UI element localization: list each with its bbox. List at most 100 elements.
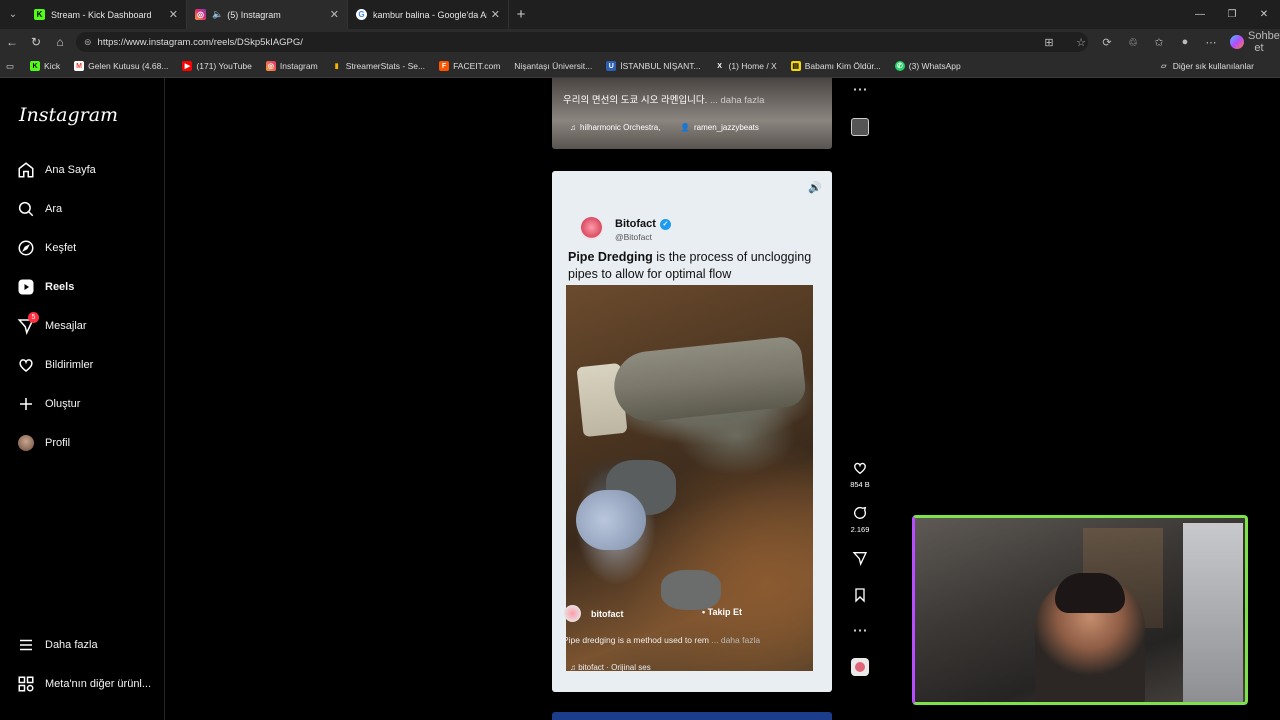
nav-item-reels[interactable]: Reels bbox=[17, 278, 74, 296]
bookmark-label: (3) WhatsApp bbox=[908, 61, 961, 71]
meta-products-item[interactable]: Meta'nın diğer ürünl... bbox=[17, 675, 151, 693]
caption-text: 우리의 면선의 도쿄 시오 라멘입니다. bbox=[563, 95, 708, 106]
reel-caption: Pipe dredging is a method used to rem ..… bbox=[563, 635, 760, 645]
bookmark-item[interactable]: ▶ (171) YouTube bbox=[182, 61, 252, 71]
site-info-icon[interactable]: ⊜ bbox=[84, 37, 92, 48]
copilot-button[interactable]: Sohbet et bbox=[1226, 30, 1280, 54]
browser-essentials-icon[interactable]: ♲ bbox=[1122, 36, 1144, 49]
bookmark-item[interactable]: ✆ (3) WhatsApp bbox=[894, 61, 961, 71]
plus-icon bbox=[17, 395, 35, 413]
nav-item-notifications[interactable]: Bildirimler bbox=[17, 356, 93, 374]
tab-title: (5) Instagram bbox=[227, 9, 281, 20]
follow-label: Takip Et bbox=[707, 607, 742, 617]
close-icon[interactable]: ✕ bbox=[169, 8, 178, 21]
profile-icon[interactable]: ● bbox=[1174, 36, 1196, 48]
prev-audio-thumb[interactable] bbox=[848, 118, 872, 138]
university-icon: U bbox=[606, 61, 617, 71]
next-reel-peek[interactable] bbox=[552, 712, 832, 720]
more-options-button[interactable]: ⋯ bbox=[848, 623, 872, 639]
bookmark-item[interactable]: ▤ Babamı Kim Öldür... bbox=[790, 61, 881, 71]
nav-item-create[interactable]: Oluştur bbox=[17, 395, 80, 413]
bookmarks-menu-icon[interactable]: ▭ bbox=[6, 61, 14, 72]
tweet-author-name: Bitofact bbox=[615, 218, 656, 230]
new-tab-icon[interactable]: + bbox=[509, 6, 533, 23]
nav-item-explore[interactable]: Keşfet bbox=[17, 239, 76, 257]
refresh-icon[interactable]: ↻ bbox=[24, 35, 48, 49]
more-menu-icon[interactable]: ⋯ bbox=[1200, 36, 1222, 49]
follow-button[interactable]: • Takip Et bbox=[702, 607, 742, 617]
address-bar-row: ← ↻ ⌂ ⊜ https://www.instagram.com/reels/… bbox=[0, 29, 1280, 55]
bookmark-label: StreamerStats - Se... bbox=[345, 61, 426, 71]
bookmark-item[interactable]: M Gelen Kutusu (4.68... bbox=[74, 61, 168, 71]
home-icon bbox=[17, 161, 35, 179]
nav-item-search[interactable]: Ara bbox=[17, 200, 62, 218]
nav-item-home[interactable]: Ana Sayfa bbox=[17, 161, 96, 179]
bookmark-item[interactable]: U İSTANBUL NİŞANT... bbox=[606, 61, 701, 71]
back-icon[interactable]: ← bbox=[0, 35, 24, 49]
reel-audio[interactable]: ♫ bitofact · Orijinal ses bbox=[570, 663, 651, 672]
pipe bbox=[610, 335, 808, 425]
nav-label: Profil bbox=[45, 437, 71, 449]
audio-thumbnail[interactable] bbox=[851, 658, 869, 676]
collections-icon[interactable]: ✩ bbox=[1148, 36, 1170, 49]
comment-count: 2.169 bbox=[850, 525, 870, 534]
nav-label: Ara bbox=[45, 203, 63, 215]
window-blind bbox=[1183, 523, 1243, 702]
audio-chip[interactable]: ♫ hilharmonic Orchestra, bbox=[570, 123, 660, 132]
heart-icon bbox=[848, 460, 872, 480]
bookmark-item[interactable]: K Kick bbox=[30, 61, 60, 71]
minimize-icon[interactable]: — bbox=[1184, 0, 1216, 29]
share-button[interactable] bbox=[848, 550, 872, 570]
search-icon bbox=[17, 200, 35, 218]
other-bookmarks[interactable]: ▱ Diğer sık kullanılanlar bbox=[1159, 61, 1254, 71]
tweet-text: Pipe Dredging is the process of uncloggi… bbox=[568, 249, 824, 283]
nav-label: Mesajlar bbox=[45, 320, 87, 332]
collab-label: ramen_jazzybeats bbox=[693, 123, 759, 132]
book-icon: ▤ bbox=[790, 61, 801, 71]
bookmark-item[interactable]: ◎ Instagram bbox=[265, 61, 318, 71]
like-button[interactable]: 854 B bbox=[848, 460, 872, 489]
bookmark-item[interactable]: X (1) Home / X bbox=[715, 61, 777, 71]
reel-author[interactable]: bitofact bbox=[564, 605, 624, 622]
reel-video[interactable]: 🔊 Bitofact ✓ @Bitofact Pipe Dredging is … bbox=[552, 171, 832, 692]
speaker-icon[interactable]: 🔈 bbox=[212, 9, 223, 20]
tab-kick[interactable]: K Stream - Kick Dashboard ✕ bbox=[26, 0, 187, 29]
close-icon[interactable]: ✕ bbox=[491, 8, 500, 21]
bookmark-item[interactable]: Nişantaşı Üniversit... bbox=[514, 61, 592, 71]
home-icon[interactable]: ⌂ bbox=[48, 35, 72, 49]
window-close-icon[interactable]: ✕ bbox=[1248, 0, 1280, 29]
nav-label: Oluştur bbox=[45, 398, 81, 410]
split-screen-icon[interactable]: ⊞ bbox=[1038, 36, 1060, 49]
more-link[interactable]: ... daha fazla bbox=[710, 95, 764, 106]
extensions-icon[interactable]: ⟳ bbox=[1096, 36, 1118, 49]
glove bbox=[576, 490, 646, 550]
tab-google[interactable]: G kambur balina - Google'da Ara ✕ bbox=[348, 0, 509, 29]
previous-reel[interactable]: 우리의 면선의 도쿄 시오 라멘입니다. ... daha fazla ♫ hi… bbox=[552, 78, 832, 149]
comment-icon bbox=[848, 505, 872, 525]
caption-text: Pipe dredging is a method used to rem bbox=[563, 635, 710, 645]
previous-reel-caption: 우리의 면선의 도쿄 시오 라멘입니다. ... daha fazla bbox=[563, 92, 764, 106]
audio-avatar-icon bbox=[855, 662, 865, 672]
tab-instagram[interactable]: ◎ 🔈 (5) Instagram ✕ bbox=[187, 0, 348, 29]
url-field[interactable]: ⊜ https://www.instagram.com/reels/DSkp5k… bbox=[76, 32, 1088, 52]
comment-button[interactable]: 2.169 bbox=[848, 505, 872, 534]
audio-label: bitofact · Orijinal ses bbox=[578, 663, 651, 672]
collab-chip[interactable]: 👤 ramen_jazzybeats bbox=[680, 123, 759, 132]
instagram-logo[interactable]: Instagram bbox=[19, 104, 118, 126]
nav-item-messages[interactable]: 5 Mesajlar bbox=[17, 312, 87, 335]
window-controls: — ❐ ✕ bbox=[1184, 0, 1280, 29]
more-link[interactable]: ... daha fazla bbox=[711, 635, 760, 645]
bookmark-item[interactable]: ▮ StreamerStats - Se... bbox=[332, 61, 425, 71]
restore-icon[interactable]: ❐ bbox=[1216, 0, 1248, 29]
prev-more-options[interactable]: ⋯ bbox=[848, 82, 872, 98]
bookmark-item[interactable]: F FACEIT.com bbox=[439, 61, 500, 71]
close-icon[interactable]: ✕ bbox=[330, 8, 339, 21]
nav-item-profile[interactable]: Profil bbox=[17, 434, 70, 452]
volume-icon[interactable]: 🔊 bbox=[808, 181, 822, 194]
favorites-star-icon[interactable]: ☆ bbox=[1070, 36, 1092, 49]
copilot-icon bbox=[1230, 35, 1244, 49]
more-menu-item[interactable]: Daha fazla bbox=[17, 636, 98, 654]
save-button[interactable] bbox=[848, 587, 872, 607]
nav-label: Keşfet bbox=[45, 242, 77, 254]
tab-actions-menu-icon[interactable]: ⌄ bbox=[0, 0, 26, 29]
